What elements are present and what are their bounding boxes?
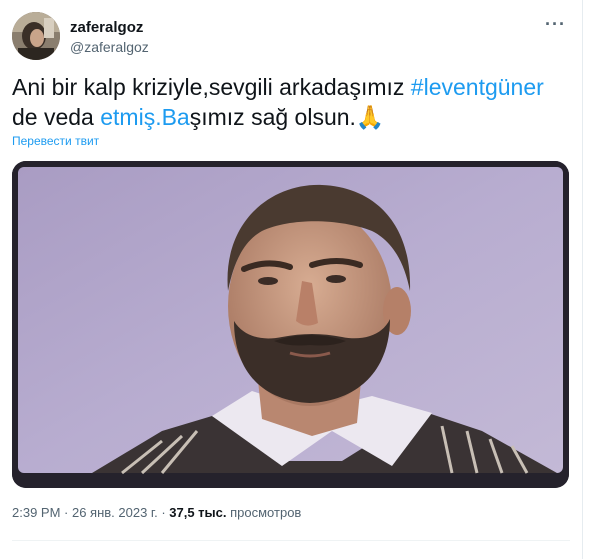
tweet-text: Ani bir kalp kriziyle,sevgili arkadaşımı… xyxy=(12,72,572,132)
views-count[interactable]: 37,5 тыс. xyxy=(169,505,226,520)
tweet-text-part: de veda xyxy=(12,104,101,130)
user-handle[interactable]: @zaferalgoz xyxy=(70,38,149,57)
hashtag-link[interactable]: #leventgüner xyxy=(411,74,544,100)
tweet-meta: 2:39 PM · 26 янв. 2023 г. · 37,5 тыс. пр… xyxy=(12,505,301,520)
tweet-header: zaferalgoz @zaferalgoz ··· xyxy=(12,12,570,62)
tweet-text-part: Ani bir kalp kriziyle,sevgili arkadaşımı… xyxy=(12,74,411,100)
tweet-date[interactable]: 26 янв. 2023 г. xyxy=(72,505,158,520)
tweet-text-part: şımız sağ olsun. xyxy=(189,104,356,130)
folded-hands-emoji: 🙏 xyxy=(355,104,385,130)
views-label: просмотров xyxy=(230,505,302,520)
author-names: zaferalgoz @zaferalgoz xyxy=(70,18,149,57)
divider xyxy=(12,540,570,541)
tweet-photo[interactable] xyxy=(12,161,569,488)
tweet-time[interactable]: 2:39 PM xyxy=(12,505,60,520)
tweet-card: zaferalgoz @zaferalgoz ··· Ani bir kalp … xyxy=(0,0,583,559)
meta-separator: · xyxy=(157,505,170,520)
meta-separator: · xyxy=(60,505,72,520)
url-link[interactable]: etmiş.Ba xyxy=(100,104,189,130)
translate-tweet-link[interactable]: Перевести твит xyxy=(12,134,99,148)
avatar[interactable] xyxy=(12,12,60,60)
display-name[interactable]: zaferalgoz xyxy=(70,18,149,37)
more-options-icon[interactable]: ··· xyxy=(545,14,566,35)
